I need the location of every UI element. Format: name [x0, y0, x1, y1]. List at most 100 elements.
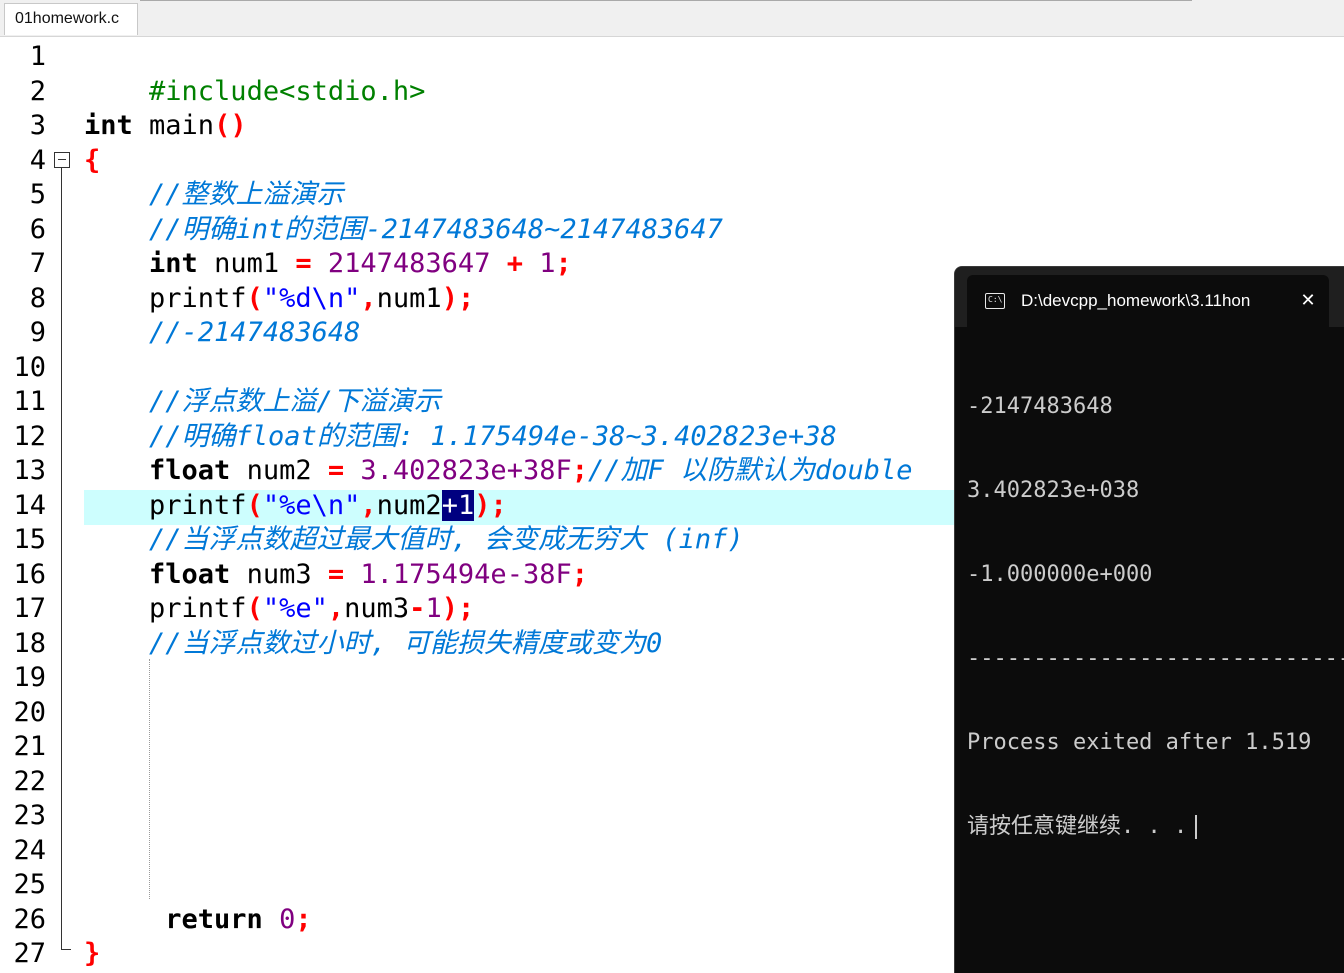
string-literal: "%d\n": [262, 283, 361, 314]
line-number: 18: [13, 627, 46, 659]
code-line-3[interactable]: int main(): [84, 109, 247, 144]
comment: //-2147483648: [149, 317, 361, 348]
paren: );: [441, 593, 475, 624]
comment: //浮点数上溢/下溢演示: [149, 386, 441, 417]
string-literal: "%e\n": [262, 490, 361, 521]
operator: =: [327, 455, 345, 486]
line-number: 27: [13, 938, 46, 969]
command-prompt-icon: C:\: [985, 293, 1005, 309]
keyword-float: float: [149, 559, 231, 590]
code-line-26[interactable]: return 0;: [84, 903, 312, 938]
comment: //当浮点数超过最大值时, 会变成无穷大 (inf): [149, 524, 744, 555]
line-number: 24: [13, 834, 46, 866]
code-line-8[interactable]: printf("%d\n",num1);: [84, 282, 474, 317]
number-literal: 2147483647: [327, 248, 491, 279]
line-number: 8: [29, 282, 46, 314]
paren: );: [474, 490, 507, 521]
keyword-int: int: [84, 110, 133, 141]
fold-range-end: [61, 949, 71, 950]
code-line-11[interactable]: //浮点数上溢/下溢演示: [84, 385, 441, 420]
string-literal: "%e": [262, 593, 328, 624]
identifier: num1: [376, 283, 442, 314]
console-tab[interactable]: C:\ D:\devcpp_homework\3.11hon ✕: [967, 275, 1329, 327]
line-number: 15: [13, 524, 46, 555]
line-number: 10: [13, 351, 46, 383]
line-number: 14: [13, 489, 46, 521]
paren: (: [246, 593, 263, 624]
operator: =: [295, 248, 312, 279]
number-literal: 3.402823e+38F: [360, 455, 572, 486]
console-window[interactable]: C:\ D:\devcpp_homework\3.11hon ✕ -214748…: [954, 266, 1344, 973]
line-number: 5: [29, 179, 46, 210]
line-number: 20: [13, 696, 46, 728]
function-printf: printf: [149, 283, 247, 314]
close-icon[interactable]: ✕: [1297, 288, 1319, 314]
code-line-16[interactable]: float num3 = 1.175494e-38F;: [84, 558, 588, 593]
function-main: main: [132, 110, 215, 141]
paren: );: [441, 283, 475, 314]
code-line-6[interactable]: //明确int的范围-2147483648~2147483647: [84, 213, 723, 248]
selected-text[interactable]: +1: [441, 490, 475, 521]
semicolon: ;: [295, 904, 312, 935]
identifier: num1: [197, 248, 296, 279]
identifier: num3: [344, 593, 410, 624]
line-number-gutter: 1 2 3 4 5 6 7 8 9 10 11 12 13 14 15 16 17 18 19 20 21 22 23 24 2…: [6, 37, 74, 970]
code-line-12[interactable]: //明确float的范围: 1.175494e-38~3.402823e+38: [84, 420, 837, 455]
number-literal: 1.175494e-38F: [360, 559, 572, 590]
number-literal: 0: [279, 904, 296, 935]
semicolon: ;: [555, 248, 572, 279]
code-line-4[interactable]: {: [84, 144, 100, 179]
operator: +: [490, 248, 540, 279]
output-line-prompt: 请按任意键继续. . .: [967, 813, 1344, 841]
output-line: Process exited after 1.519: [967, 730, 1312, 755]
keyword-float: float: [149, 455, 231, 486]
tab-bar-divider: [140, 0, 1192, 1]
operator: -: [409, 593, 426, 624]
comma: ,: [360, 490, 377, 521]
code-line-5[interactable]: //整数上溢演示: [84, 178, 344, 213]
line-number: 1: [29, 41, 46, 72]
line-number: 2: [29, 75, 46, 107]
fold-collapse-icon[interactable]: [54, 152, 70, 168]
press-any-key-text: 请按任意键继续. . .: [967, 814, 1188, 839]
paren: (: [246, 283, 263, 314]
semicolon: ;: [571, 455, 588, 486]
close-brace: }: [84, 938, 101, 969]
text-cursor: [1195, 815, 1197, 839]
code-line-27[interactable]: }: [84, 937, 100, 972]
code-line-13[interactable]: float num2 = 3.402823e+38F;//加F 以防默认为dou…: [84, 454, 913, 489]
code-line-15[interactable]: //当浮点数超过最大值时, 会变成无穷大 (inf): [84, 523, 744, 558]
comma: ,: [360, 283, 377, 314]
console-title: D:\devcpp_homework\3.11hon: [1021, 291, 1251, 310]
semicolon: ;: [571, 559, 588, 590]
console-title-bar[interactable]: C:\ D:\devcpp_homework\3.11hon ✕: [955, 267, 1344, 327]
line-number: 25: [13, 869, 46, 900]
output-line: -2147483648: [967, 394, 1113, 419]
function-printf: printf: [149, 490, 247, 521]
keyword-return: return: [165, 904, 263, 935]
line-number: 11: [13, 386, 46, 417]
line-number: 7: [29, 248, 46, 279]
code-line-14[interactable]: printf("%e\n",num2+1);: [84, 489, 507, 524]
code-line-1[interactable]: #include<stdio.h>: [84, 40, 425, 107]
code-line-7[interactable]: int num1 = 2147483647 + 1;: [84, 247, 572, 282]
number-literal: 1: [539, 248, 556, 279]
code-line-9[interactable]: //-2147483648: [84, 316, 360, 351]
code-line-17[interactable]: printf("%e",num3-1);: [84, 592, 474, 627]
function-printf: printf: [149, 593, 247, 624]
comment: //当浮点数过小时, 可能损失精度或变为0: [149, 628, 663, 659]
comment: //整数上溢演示: [149, 179, 344, 210]
tab-01homework-c[interactable]: 01homework.c: [4, 3, 138, 35]
open-brace: {: [84, 145, 101, 176]
line-number: 19: [13, 662, 46, 693]
comment: //明确int的范围-2147483648~2147483647: [149, 214, 723, 245]
code-line-18[interactable]: //当浮点数过小时, 可能损失精度或变为0: [84, 627, 662, 662]
comma: ,: [327, 593, 345, 624]
comment: //加F 以防默认为double: [587, 455, 913, 486]
line-number: 21: [13, 731, 46, 762]
line-number: 6: [29, 213, 46, 245]
line-number: 9: [29, 317, 46, 348]
